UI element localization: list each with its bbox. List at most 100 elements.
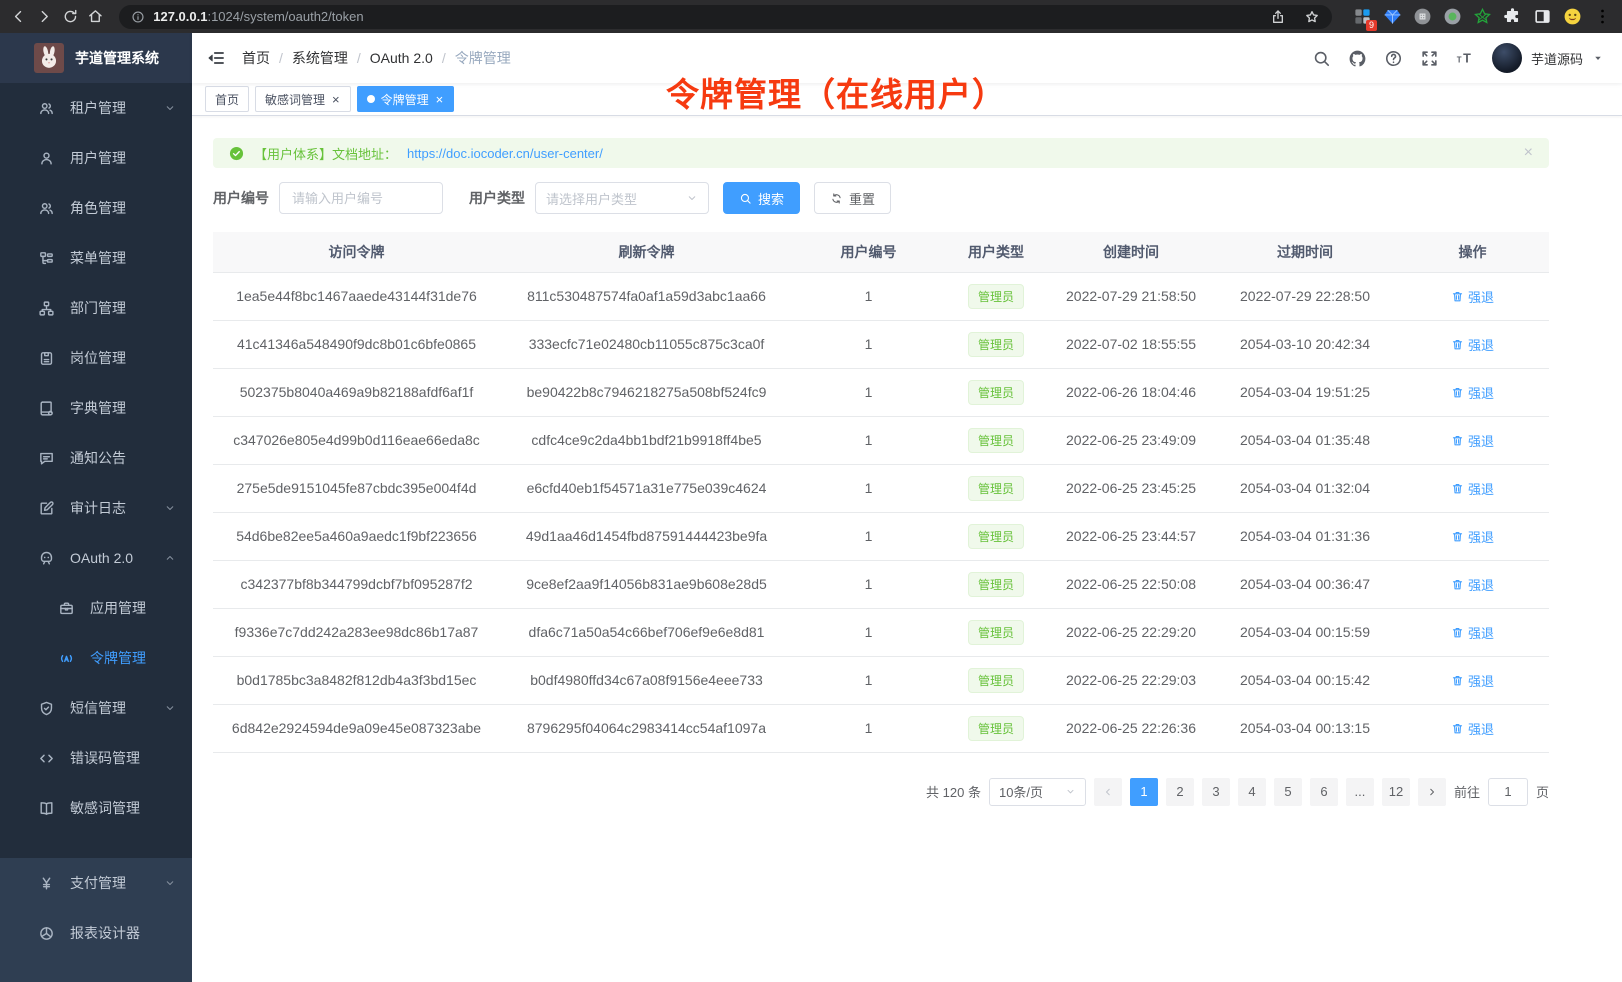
force-logout-button[interactable]: 强退 — [1451, 479, 1494, 498]
sidebar-item-tenant[interactable]: 租户管理 — [0, 83, 192, 133]
page-button-6[interactable]: 6 — [1310, 778, 1338, 806]
expire-time-cell: 2054-03-04 01:35:48 — [1214, 416, 1396, 464]
user-id-input[interactable] — [279, 182, 443, 214]
bookmark-star-icon[interactable] — [1304, 9, 1320, 25]
search-button[interactable]: 搜索 — [723, 182, 800, 214]
prev-page-button[interactable] — [1094, 778, 1122, 806]
sidebar-item-pay[interactable]: 支付管理 — [0, 858, 192, 908]
browser-menu-icon[interactable] — [1593, 7, 1612, 26]
caret-down-icon[interactable] — [1592, 52, 1604, 64]
sidebar-item-notice[interactable]: 通知公告 — [0, 433, 192, 483]
force-logout-label: 强退 — [1468, 671, 1494, 690]
force-logout-button[interactable]: 强退 — [1451, 431, 1494, 450]
sidebar-item-audit-log[interactable]: 审计日志 — [0, 483, 192, 533]
address-bar[interactable]: 127.0.0.1:1024/system/oauth2/token — [119, 5, 1332, 29]
help-icon[interactable] — [1384, 49, 1403, 68]
breadcrumb-separator: / — [279, 50, 283, 66]
force-logout-button[interactable]: 强退 — [1451, 287, 1494, 306]
user-type-cell: 管理员 — [944, 272, 1048, 320]
force-logout-button[interactable]: 强退 — [1451, 335, 1494, 354]
font-size-icon[interactable]: TT — [1456, 49, 1475, 68]
sidebar-item-sms[interactable]: 短信管理 — [0, 683, 192, 733]
tab-sensitive-word[interactable]: 敏感词管理× — [255, 86, 351, 112]
extension-gem-icon[interactable] — [1383, 7, 1402, 26]
home-icon[interactable] — [87, 8, 104, 25]
sidebar-item-post[interactable]: 岗位管理 — [0, 333, 192, 383]
profile-avatar[interactable] — [1563, 7, 1582, 26]
forward-icon[interactable] — [36, 8, 53, 25]
sidebar-header[interactable]: 芋道管理系统 — [0, 33, 192, 83]
alert-link[interactable]: https://doc.iocoder.cn/user-center/ — [407, 146, 603, 161]
create-time-cell: 2022-07-29 21:58:50 — [1048, 272, 1214, 320]
force-logout-button[interactable]: 强退 — [1451, 671, 1494, 690]
app-title: 芋道管理系统 — [75, 48, 159, 68]
close-icon[interactable]: × — [331, 93, 341, 106]
page-button-3[interactable]: 3 — [1202, 778, 1230, 806]
extension-star-icon[interactable] — [1473, 7, 1492, 26]
sidebar-item-oauth2[interactable]: OAuth 2.0 — [0, 533, 192, 583]
sidebar-item-label: 租户管理 — [70, 98, 126, 118]
sidebar-item-label: 报表设计器 — [70, 923, 140, 943]
sidebar-toggle-button[interactable] — [206, 48, 226, 68]
user-type-select[interactable]: 请选择用户类型 — [535, 182, 709, 214]
extension-grid-icon[interactable]: 9 — [1353, 7, 1372, 26]
sidebar-item-label: 字典管理 — [70, 398, 126, 418]
page-button-1[interactable]: 1 — [1130, 778, 1158, 806]
pager-ellipsis[interactable]: ... — [1346, 778, 1374, 806]
github-icon[interactable] — [1348, 49, 1367, 68]
back-icon[interactable] — [10, 8, 27, 25]
extensions-puzzle-icon[interactable] — [1503, 7, 1522, 26]
refresh-token-cell: 811c530487574fa0af1a59d3abc1aa66 — [500, 272, 793, 320]
force-logout-button[interactable]: 强退 — [1451, 623, 1494, 642]
trash-icon — [1451, 674, 1464, 687]
reload-icon[interactable] — [62, 8, 79, 25]
close-icon[interactable]: × — [435, 93, 445, 106]
page-button-5[interactable]: 5 — [1274, 778, 1302, 806]
next-page-button[interactable] — [1418, 778, 1446, 806]
sidebar-item-report-designer[interactable]: 报表设计器 — [0, 908, 192, 958]
breadcrumb-item-system[interactable]: 系统管理 — [292, 48, 348, 68]
page-button-4[interactable]: 4 — [1238, 778, 1266, 806]
reset-button[interactable]: 重置 — [814, 182, 891, 214]
tab-label: 首页 — [215, 91, 239, 108]
chevron-down-icon — [686, 192, 698, 204]
sidebar-item-sensitive-word[interactable]: 敏感词管理 — [0, 783, 192, 833]
site-info-icon[interactable] — [131, 10, 145, 24]
actions-cell: 强退 — [1396, 656, 1549, 704]
user-name[interactable]: 芋道源码 — [1531, 49, 1583, 68]
search-icon[interactable] — [1312, 49, 1331, 68]
goto-page-input[interactable] — [1488, 778, 1528, 806]
tab-token[interactable]: 令牌管理× — [357, 86, 455, 112]
sidebar-item-oauth2-app[interactable]: 应用管理 — [0, 583, 192, 633]
page-size-select[interactable]: 10条/页 — [989, 778, 1086, 806]
page-button-2[interactable]: 2 — [1166, 778, 1194, 806]
table-row: b0d1785bc3a8482f812db4a3f3bd15ecb0df4980… — [213, 656, 1549, 704]
side-panel-icon[interactable] — [1533, 7, 1552, 26]
breadcrumb-item-oauth2[interactable]: OAuth 2.0 — [370, 50, 433, 66]
force-logout-button[interactable]: 强退 — [1451, 575, 1494, 594]
sidebar-item-oauth2-token[interactable]: 令牌管理 — [0, 633, 192, 683]
sidebar-item-user[interactable]: 用户管理 — [0, 133, 192, 183]
close-icon[interactable]: × — [1524, 145, 1533, 161]
expire-time-cell: 2022-07-29 22:28:50 — [1214, 272, 1396, 320]
create-time-cell: 2022-06-25 23:44:57 — [1048, 512, 1214, 560]
tab-home[interactable]: 首页 — [205, 86, 249, 112]
extension-cmd-icon[interactable] — [1413, 7, 1432, 26]
force-logout-button[interactable]: 强退 — [1451, 527, 1494, 546]
sidebar-item-role[interactable]: 角色管理 — [0, 183, 192, 233]
sidebar-item-error-code[interactable]: 错误码管理 — [0, 733, 192, 783]
table-header-row: 访问令牌刷新令牌用户编号用户类型创建时间过期时间操作 — [213, 232, 1549, 272]
sidebar-item-dept[interactable]: 部门管理 — [0, 283, 192, 333]
sidebar-item-dict[interactable]: 字典管理 — [0, 383, 192, 433]
force-logout-button[interactable]: 强退 — [1451, 383, 1494, 402]
sidebar-item-menu[interactable]: 菜单管理 — [0, 233, 192, 283]
page-button-12[interactable]: 12 — [1382, 778, 1410, 806]
breadcrumb-item-home[interactable]: 首页 — [242, 48, 270, 68]
fullscreen-icon[interactable] — [1420, 49, 1439, 68]
share-icon[interactable] — [1270, 9, 1286, 25]
extension-record-icon[interactable] — [1443, 7, 1462, 26]
sidebar-item-label: 通知公告 — [70, 448, 126, 468]
expire-time-cell: 2054-03-04 01:32:04 — [1214, 464, 1396, 512]
force-logout-button[interactable]: 强退 — [1451, 719, 1494, 738]
avatar[interactable] — [1492, 43, 1522, 73]
